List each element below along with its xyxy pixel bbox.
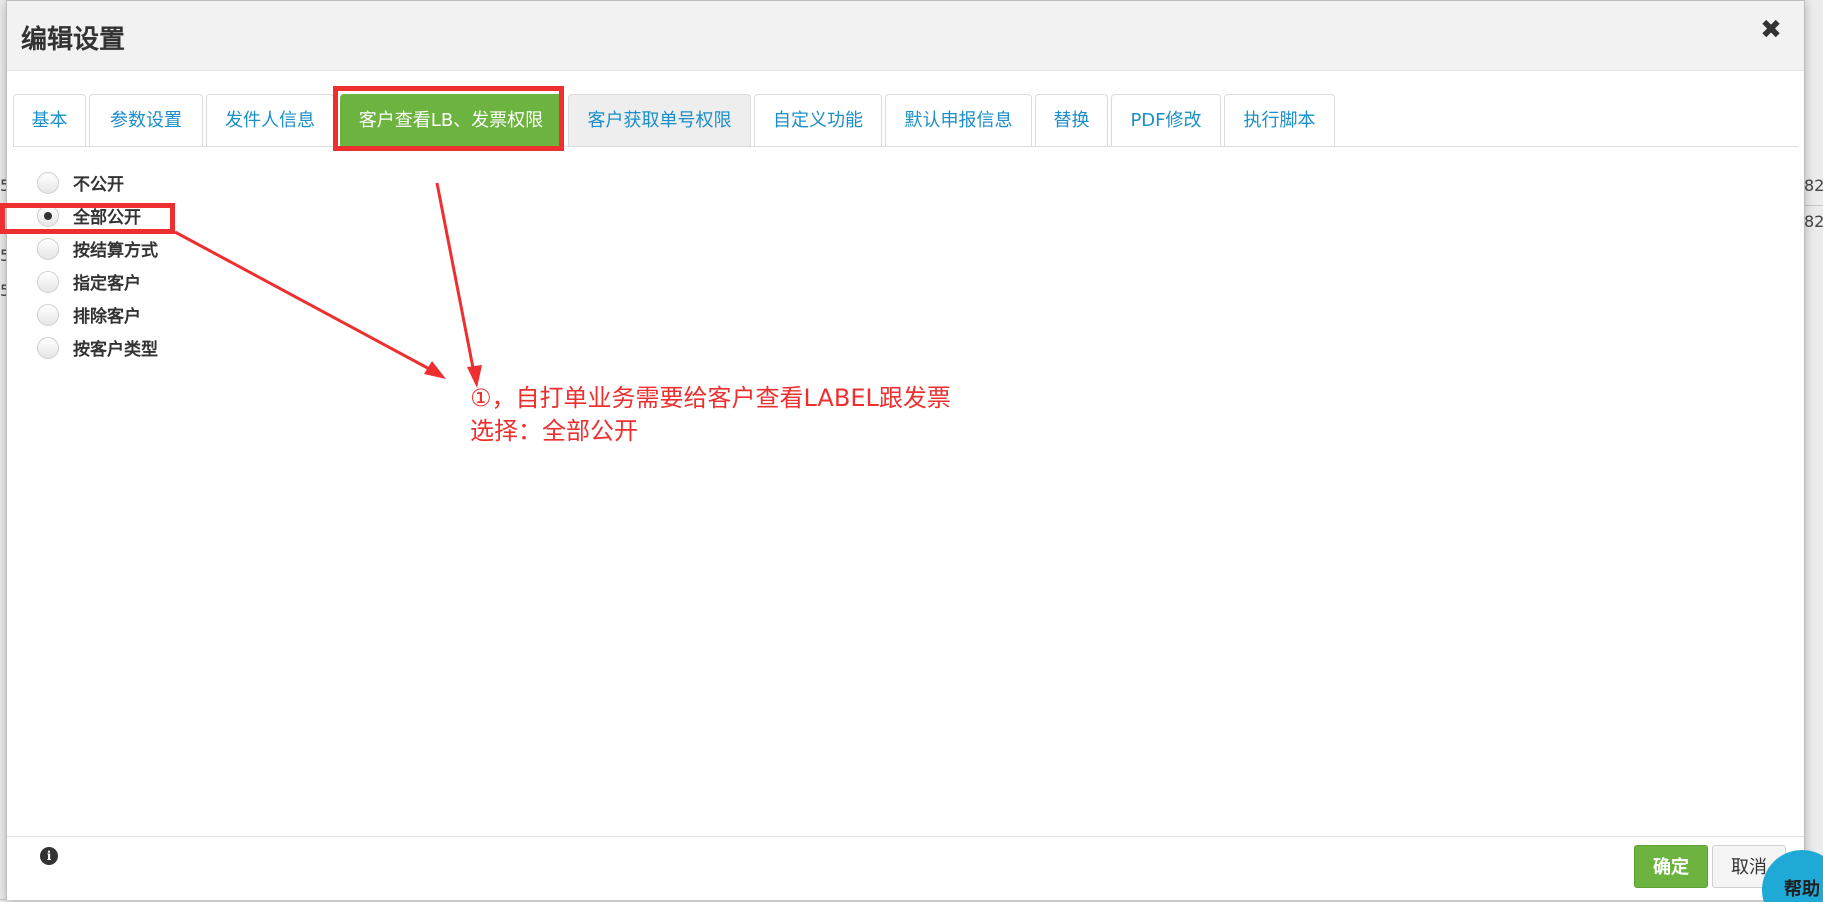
option-by-settlement-method[interactable]: 按结算方式 — [37, 232, 158, 265]
settings-tabs: 基本 参数设置 发件人信息 客户查看LB、发票权限 客户获取单号权限 自定义功能… — [13, 94, 1798, 147]
tab-execute-script[interactable]: 执行脚本 — [1224, 94, 1335, 146]
option-label: 指定客户 — [73, 274, 141, 294]
option-label: 按客户类型 — [73, 340, 158, 360]
annotation-highlight-option — [0, 203, 175, 234]
tab-customer-tracking-number-permission[interactable]: 客户获取单号权限 — [568, 94, 751, 146]
help-label: 帮助 — [1784, 879, 1820, 900]
option-not-public[interactable]: 不公开 — [37, 166, 158, 199]
tab-pdf-edit[interactable]: PDF修改 — [1111, 94, 1221, 146]
radio-button[interactable] — [37, 171, 59, 194]
option-label: 排除客户 — [73, 307, 141, 327]
dialog-header: 编辑设置 ✖ — [7, 1, 1804, 71]
tab-sender-info[interactable]: 发件人信息 — [206, 94, 334, 146]
option-label: 不公开 — [73, 175, 124, 195]
background-divider — [1804, 205, 1823, 206]
screen: 5 5 5 82 82 编辑设置 ✖ 基本 参数设置 发件人信息 客户查看LB、… — [0, 0, 1823, 902]
tab-default-declaration-info[interactable]: 默认申报信息 — [885, 94, 1032, 146]
dialog-footer: i 确定 取消 — [7, 836, 1804, 900]
tab-basic[interactable]: 基本 — [13, 94, 86, 146]
option-specified-customers[interactable]: 指定客户 — [37, 265, 158, 298]
edit-settings-dialog: 编辑设置 ✖ 基本 参数设置 发件人信息 客户查看LB、发票权限 客户获取单号权… — [6, 0, 1805, 900]
option-label: 按结算方式 — [73, 241, 158, 261]
annotation-note: ①，自打单业务需要给客户查看LABEL跟发票 选择：全部公开 — [470, 382, 951, 448]
background-text: 82 — [1804, 212, 1823, 231]
annotation-highlight-tab — [333, 86, 564, 151]
tab-replace[interactable]: 替换 — [1035, 94, 1108, 146]
info-icon[interactable]: i — [40, 847, 58, 865]
option-exclude-customers[interactable]: 排除客户 — [37, 298, 158, 331]
radio-button[interactable] — [37, 303, 59, 326]
background-text: 82 — [1804, 176, 1823, 195]
tab-parameter-settings[interactable]: 参数设置 — [89, 94, 203, 146]
annotation-line-2: 选择：全部公开 — [470, 417, 638, 445]
radio-button[interactable] — [37, 336, 59, 359]
confirm-button[interactable]: 确定 — [1634, 845, 1708, 888]
close-icon[interactable]: ✖ — [1758, 17, 1784, 43]
tab-custom-functions[interactable]: 自定义功能 — [754, 94, 882, 146]
radio-button[interactable] — [37, 237, 59, 260]
radio-button[interactable] — [37, 270, 59, 293]
annotation-line-1: ①，自打单业务需要给客户查看LABEL跟发票 — [470, 384, 951, 412]
dialog-title: 编辑设置 — [21, 25, 126, 55]
visibility-options: 不公开 全部公开 按结算方式 指定客户 排除客户 按客户类型 — [37, 166, 158, 364]
option-by-customer-type[interactable]: 按客户类型 — [37, 331, 158, 364]
